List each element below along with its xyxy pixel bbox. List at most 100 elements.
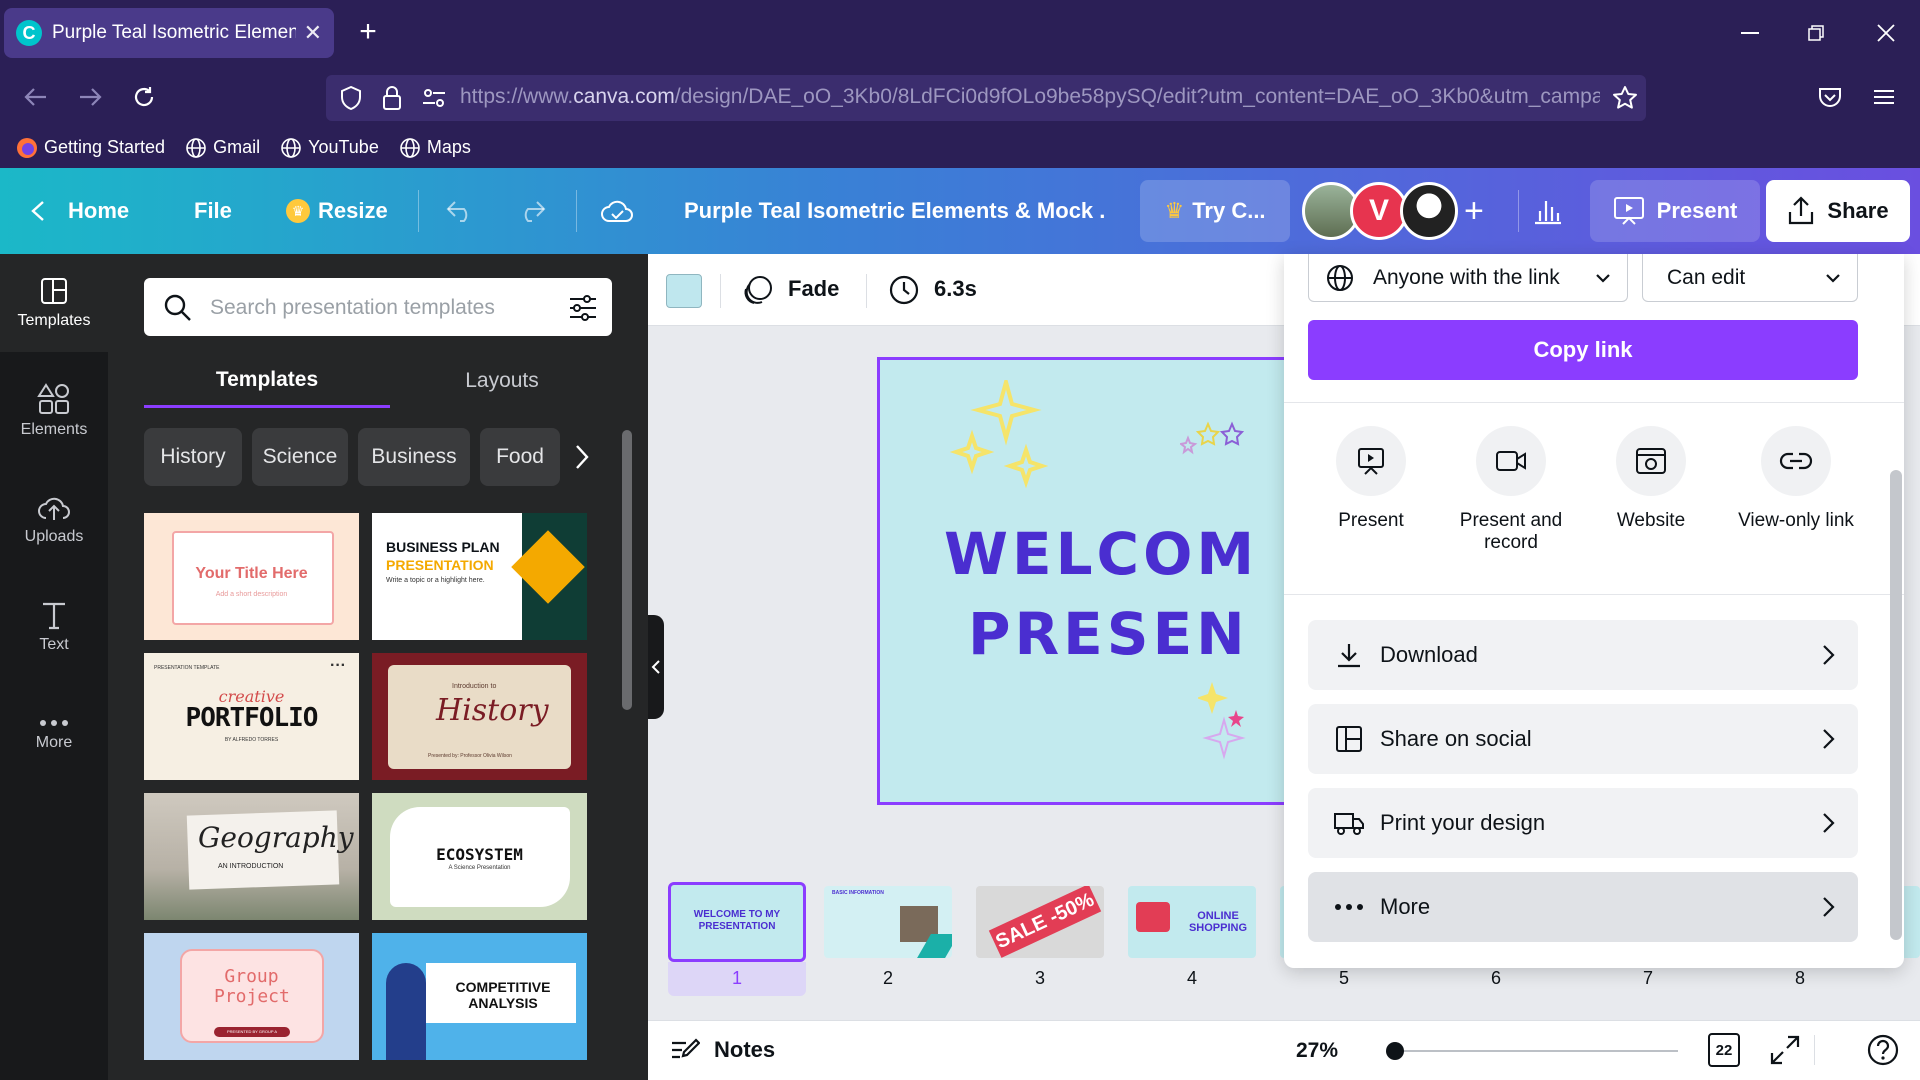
menu-icon[interactable] [1864,77,1904,117]
template-thumbnail[interactable]: Group Project PRESENTED BY GROUP A [144,933,359,1060]
permission-label: Can edit [1667,265,1746,289]
template-thumbnail[interactable]: Introduction to History Presented by: Pr… [372,653,587,780]
background-color-swatch[interactable] [666,274,702,308]
url-text[interactable]: https://www.canva.com/design/DAE_oO_3Kb0… [460,85,1600,109]
search-box[interactable]: Search presentation templates [144,278,612,336]
clock-icon[interactable] [888,274,920,306]
back-icon[interactable] [16,77,56,117]
redo-button[interactable] [516,168,546,254]
share-option-view-only-link[interactable]: View-only link [1726,426,1866,532]
pocket-icon[interactable] [1810,77,1850,117]
slide-thumbnail[interactable]: BASIC INFORMATION [824,886,952,958]
save-status-button[interactable] [600,168,634,254]
bookmark-getting-started[interactable]: Getting Started [16,137,165,159]
permissions-icon[interactable] [422,87,446,109]
rail-item-templates[interactable]: Templates [0,254,108,352]
rail-item-text[interactable]: Text [0,578,108,676]
divider [866,274,867,308]
close-window-icon[interactable] [1856,10,1916,56]
fade-transition-icon[interactable] [742,274,774,306]
share-on-social-row[interactable]: Share on social [1308,704,1858,774]
design-title[interactable]: Purple Teal Isometric Elements & Mock ..… [684,168,1104,254]
chevron-right-icon [1823,645,1835,665]
chip-history[interactable]: History [144,428,242,486]
video-camera-icon [1476,426,1546,496]
more-options-row[interactable]: More [1308,872,1858,942]
zoom-slider-track[interactable] [1388,1050,1678,1052]
close-tab-icon[interactable]: ✕ [304,20,322,46]
print-design-row[interactable]: Print your design [1308,788,1858,858]
divider [1518,190,1519,232]
slide-thumbnail[interactable]: ONLINE SHOPPING [1128,886,1256,958]
chevron-right-icon[interactable] [574,444,590,470]
template-thumbnail[interactable]: Geography AN INTRODUCTION [144,793,359,920]
thumb-subtitle: Add a short description [215,591,288,598]
slide-thumbnail[interactable]: SALE -50% [976,886,1104,958]
zoom-level[interactable]: 27% [1296,1039,1338,1063]
rail-item-more[interactable]: More [0,686,108,784]
share-option-website[interactable]: Website [1586,426,1716,532]
restore-icon[interactable] [1786,10,1846,56]
download-row[interactable]: Download [1308,620,1858,690]
share-option-present-and-record[interactable]: Present and record [1446,426,1576,554]
bookmark-maps[interactable]: Maps [399,137,471,159]
page-count-button[interactable]: 22 [1708,1033,1740,1067]
access-select[interactable]: Anyone with the link [1308,254,1628,302]
filter-icon[interactable] [568,294,598,322]
template-thumbnail[interactable]: BUSINESS PLAN PRESENTATION Write a topic… [372,513,587,640]
help-icon[interactable] [1866,1033,1900,1067]
tab-templates[interactable]: Templates [144,354,390,408]
new-tab-icon[interactable]: + [350,14,386,50]
template-thumbnail[interactable]: ECOSYSTEM A Science Presentation [372,793,587,920]
slide-canvas[interactable]: WELCOM PRESEN [877,357,1332,805]
thumb-caption: PRESENTED BY GROUP A [214,1027,290,1037]
avatar[interactable] [1400,182,1458,240]
browser-tab[interactable]: C Purple Teal Isometric Elements & Mock … [4,8,334,58]
bookmark-star-icon[interactable] [1612,85,1638,111]
present-button[interactable]: Present [1590,180,1760,242]
globe-icon [281,137,301,158]
slide-thumbnail[interactable]: WELCOME TO MY PRESENTATION [668,882,806,962]
zoom-slider-handle[interactable] [1386,1042,1404,1060]
undo-button[interactable] [446,168,476,254]
share-button[interactable]: Share [1766,180,1910,242]
slide-number: 6 [1490,968,1501,988]
forward-icon[interactable] [70,77,110,117]
permission-select[interactable]: Can edit [1642,254,1858,302]
notes-button[interactable]: Notes [670,1037,775,1063]
resize-button[interactable]: ♛ Resize [286,168,388,254]
duration-label[interactable]: 6.3s [934,276,977,302]
panel-scrollbar[interactable] [622,430,632,710]
chip-food[interactable]: Food [480,428,560,486]
chip-business[interactable]: Business [358,428,470,486]
chevron-right-icon [1823,729,1835,749]
thumb-caption: Write a topic or a highlight here. [386,577,485,584]
copy-link-button[interactable]: Copy link [1308,320,1858,380]
lock-icon[interactable] [382,85,402,111]
file-menu-button[interactable]: File [194,168,232,254]
rail-item-elements[interactable]: Elements [0,362,108,460]
template-thumbnail[interactable]: Your Title Here Add a short description [144,513,359,640]
reload-icon[interactable] [124,77,164,117]
chip-science[interactable]: Science [252,428,348,486]
collapse-panel-handle[interactable] [648,615,664,719]
shield-icon[interactable] [340,86,362,110]
add-collaborator-icon[interactable]: + [1464,168,1484,254]
bookmark-youtube[interactable]: YouTube [280,137,379,159]
rail-item-uploads[interactable]: Uploads [0,470,108,568]
transition-label[interactable]: Fade [788,276,839,302]
try-pro-button[interactable]: ♛ Try C... [1140,180,1290,242]
template-thumbnail[interactable]: PRESENTATION TEMPLATE ··· creative PORTF… [144,653,359,780]
fullscreen-icon[interactable] [1770,1035,1800,1065]
thumb-subtitle: Introduction to [452,683,497,690]
bookmark-gmail[interactable]: Gmail [185,137,260,159]
home-button[interactable]: Home [30,168,129,254]
insights-button[interactable] [1532,168,1562,254]
search-input[interactable]: Search presentation templates [210,296,495,320]
template-thumbnail[interactable]: COMPETITIVE ANALYSIS [372,933,587,1060]
share-scrollbar[interactable] [1890,470,1902,940]
bookmark-label: Gmail [213,137,261,157]
tab-layouts[interactable]: Layouts [390,354,614,408]
minimize-icon[interactable] [1720,10,1780,56]
share-option-present[interactable]: Present [1306,426,1436,532]
